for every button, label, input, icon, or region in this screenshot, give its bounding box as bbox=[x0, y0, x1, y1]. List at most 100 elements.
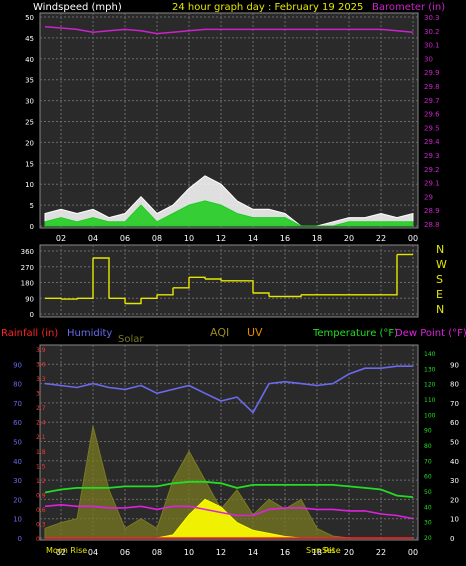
wind-tick-label: 40 bbox=[25, 56, 34, 64]
right-tick-label: 10 bbox=[450, 516, 459, 524]
x-tick-label-top: 22 bbox=[376, 234, 386, 243]
x-tick-label-bottom: 00 bbox=[408, 548, 418, 557]
temperature-tick-label: 120 bbox=[424, 382, 436, 389]
rain-tick-label: 3.3 bbox=[36, 376, 46, 383]
humidity-tick-label: 80 bbox=[13, 381, 22, 389]
wind-tick-label: 0 bbox=[30, 223, 34, 231]
wind-tick-label: 10 bbox=[25, 181, 34, 189]
x-tick-label-top: 10 bbox=[184, 234, 194, 243]
x-tick-label-top: 14 bbox=[248, 234, 258, 243]
rain-tick-label: 3.6 bbox=[36, 362, 46, 369]
rain-tick-label: 1.8 bbox=[36, 449, 46, 456]
x-tick-label-bottom: 22 bbox=[376, 548, 386, 557]
weather-graph: Windspeed (mph) 24 hour graph day : Febr… bbox=[0, 0, 466, 566]
humidity-tick-label: 70 bbox=[13, 400, 22, 408]
temperature-tick-label: 20 bbox=[424, 535, 432, 542]
right-tick-label: 30 bbox=[450, 477, 459, 485]
x-tick-label-top: 16 bbox=[280, 234, 290, 243]
right-tick-label: 50 bbox=[450, 439, 459, 447]
wind-tick-label: 50 bbox=[25, 14, 34, 22]
right-tick-label: 40 bbox=[450, 458, 459, 466]
barometer-tick-label: 29.7 bbox=[424, 97, 440, 105]
right-tick-label: 60 bbox=[450, 419, 459, 427]
wind-tick-label: 25 bbox=[25, 119, 34, 127]
humidity-tick-label: 50 bbox=[13, 439, 22, 447]
wind-tick-label: 15 bbox=[25, 160, 34, 168]
x-tick-label-bottom: 08 bbox=[152, 548, 162, 557]
temperature-tick-label: 140 bbox=[424, 351, 436, 358]
compass-label: N bbox=[436, 243, 444, 256]
barometer-tick-label: 30.3 bbox=[424, 14, 440, 22]
wind-tick-label: 35 bbox=[25, 77, 34, 85]
direction-segment bbox=[45, 297, 62, 300]
right-tick-label: 90 bbox=[450, 361, 459, 369]
direction-tick-label: 0 bbox=[30, 311, 34, 319]
x-tick-label-bottom: 10 bbox=[184, 548, 194, 557]
compass-label: N bbox=[436, 303, 444, 316]
rain-tick-label: 0.3 bbox=[36, 521, 46, 528]
x-tick-label-top: 18 bbox=[312, 234, 322, 243]
legend-humidity: Humidity bbox=[67, 328, 112, 339]
compass-label: W bbox=[436, 258, 447, 271]
x-tick-label-bottom: 14 bbox=[248, 548, 258, 557]
barometer-tick-label: 30 bbox=[424, 55, 433, 63]
humidity-tick-label: 90 bbox=[13, 361, 22, 369]
rain-tick-label: 3.9 bbox=[36, 347, 46, 354]
rain-tick-label: 3 bbox=[36, 391, 40, 398]
temperature-tick-label: 70 bbox=[424, 458, 432, 465]
wind-tick-label: 5 bbox=[30, 202, 34, 210]
temperature-tick-label: 50 bbox=[424, 489, 432, 496]
rain-tick-label: 2.7 bbox=[36, 405, 46, 412]
rain-tick-label: 1.2 bbox=[36, 478, 46, 485]
x-tick-label-top: 04 bbox=[88, 234, 98, 243]
temperature-tick-label: 80 bbox=[424, 443, 432, 450]
legend-temperature: Temperature (°F) bbox=[312, 328, 398, 339]
x-tick-label-top: 20 bbox=[344, 234, 354, 243]
barometer-tick-label: 29.4 bbox=[424, 138, 440, 146]
compass-label: E bbox=[436, 288, 443, 301]
rain-tick-label: 0.6 bbox=[36, 507, 46, 514]
legend-rainfall: Rainfall (in) bbox=[1, 328, 58, 339]
x-tick-label-bottom: 04 bbox=[88, 548, 98, 557]
chart-title: 24 hour graph day : February 19 2025 bbox=[172, 2, 363, 13]
humidity-tick-label: 20 bbox=[13, 496, 22, 504]
right-tick-label: 0 bbox=[450, 535, 454, 543]
wind-tick-label: 45 bbox=[25, 35, 34, 43]
direction-segment bbox=[61, 298, 78, 300]
x-tick-label-bottom: 06 bbox=[120, 548, 130, 557]
compass-label: S bbox=[436, 273, 443, 286]
windspeed-label: Windspeed (mph) bbox=[33, 2, 122, 13]
temperature-tick-label: 90 bbox=[424, 428, 432, 435]
x-tick-label-bottom: 12 bbox=[216, 548, 226, 557]
temperature-tick-label: 130 bbox=[424, 366, 436, 373]
x-tick-label-top: 00 bbox=[408, 234, 418, 243]
legend-solar: Solar bbox=[118, 334, 144, 345]
right-tick-label: 70 bbox=[450, 400, 459, 408]
barometer-tick-label: 29.5 bbox=[424, 124, 440, 132]
rain-tick-label: 2.1 bbox=[36, 434, 46, 441]
barometer-tick-label: 28.9 bbox=[424, 207, 440, 215]
right-tick-label: 80 bbox=[450, 381, 459, 389]
direction-tick-label: 270 bbox=[21, 264, 34, 272]
x-tick-label-top: 02 bbox=[56, 234, 66, 243]
barometer-tick-label: 29 bbox=[424, 193, 433, 201]
direction-tick-label: 360 bbox=[21, 248, 34, 256]
legend-uv: UV bbox=[247, 326, 263, 339]
barometer-tick-label: 28.8 bbox=[424, 221, 440, 229]
barometer-tick-label: 30.1 bbox=[424, 42, 440, 50]
barometer-tick-label: 29.6 bbox=[424, 111, 440, 119]
x-tick-label-top: 12 bbox=[216, 234, 226, 243]
humidity-tick-label: 30 bbox=[13, 477, 22, 485]
barometer-tick-label: 29.2 bbox=[424, 166, 440, 174]
temperature-tick-label: 110 bbox=[424, 397, 436, 404]
rain-tick-label: 2.4 bbox=[36, 420, 46, 427]
barometer-label: Barometer (in) bbox=[372, 2, 445, 13]
humidity-tick-label: 10 bbox=[13, 516, 22, 524]
humidity-tick-label: 40 bbox=[13, 458, 22, 466]
temperature-tick-label: 40 bbox=[424, 504, 432, 511]
x-tick-label-bottom: 16 bbox=[280, 548, 290, 557]
temperature-tick-label: 30 bbox=[424, 520, 432, 527]
rain-tick-label: 1.5 bbox=[36, 463, 46, 470]
temperature-tick-label: 100 bbox=[424, 412, 436, 419]
rain-tick-label: 0 bbox=[36, 536, 40, 543]
